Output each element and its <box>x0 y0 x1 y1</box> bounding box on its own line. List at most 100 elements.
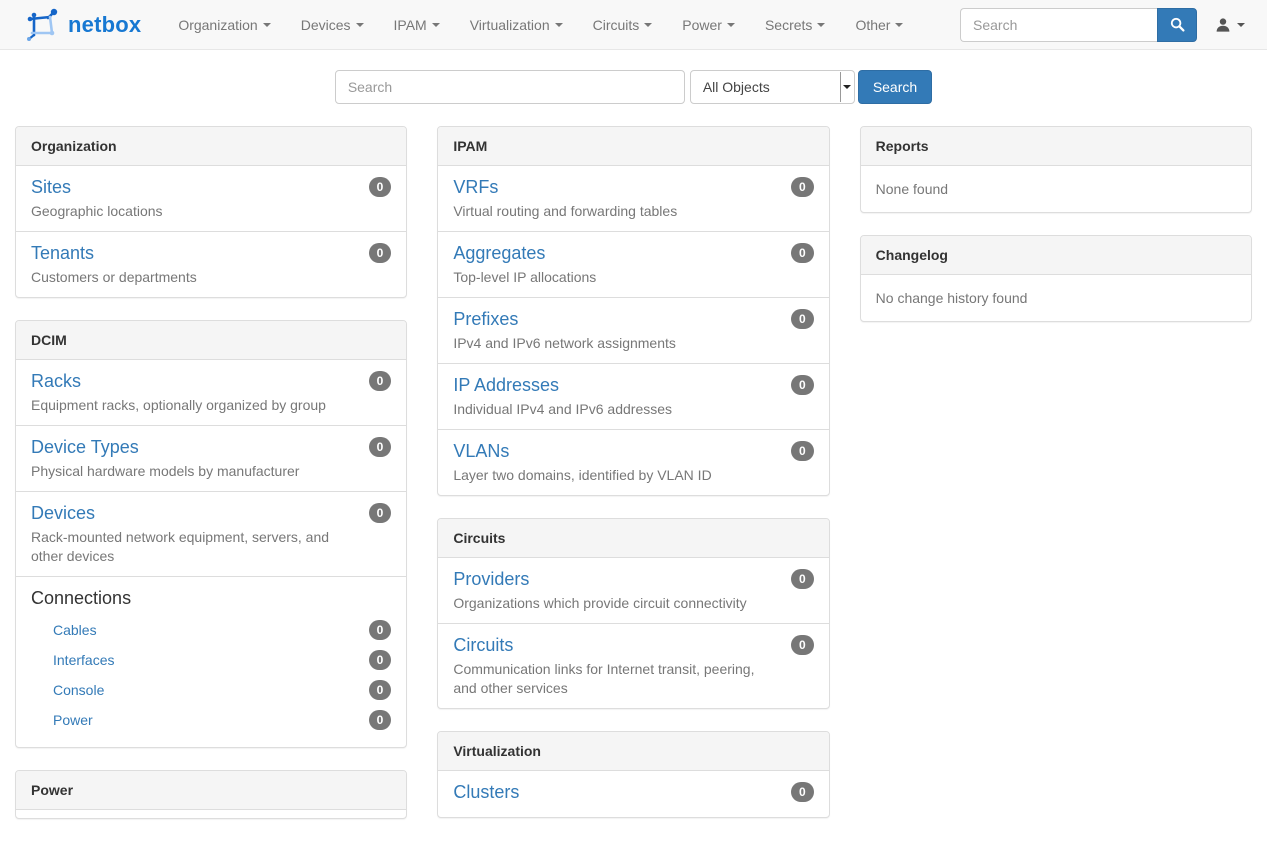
caret-down-icon <box>263 23 271 27</box>
vrfs-link[interactable]: VRFs <box>453 177 498 198</box>
caret-down-icon <box>555 23 563 27</box>
tenants-link[interactable]: Tenants <box>31 243 94 264</box>
cables-count-badge[interactable]: 0 <box>369 620 392 640</box>
menu-link-power[interactable]: Power <box>667 0 750 50</box>
clusters-count-badge[interactable]: 0 <box>791 782 814 802</box>
menu-label: Virtualization <box>470 17 550 33</box>
ip-addresses-count-badge[interactable]: 0 <box>791 375 814 395</box>
aggregates-link[interactable]: Aggregates <box>453 243 545 264</box>
power-count-badge[interactable]: 0 <box>369 710 392 730</box>
panel-virtualization: VirtualizationClusters0 <box>437 731 829 818</box>
netbox-brand[interactable]: netbox <box>25 8 141 42</box>
menu-label: IPAM <box>394 17 427 33</box>
menu-link-devices[interactable]: Devices <box>286 0 379 50</box>
item-description: Communication links for Internet transit… <box>453 660 813 698</box>
interfaces-count-badge[interactable]: 0 <box>369 650 392 670</box>
cables-link[interactable]: Cables <box>53 622 97 638</box>
providers-count-badge[interactable]: 0 <box>791 569 814 589</box>
clusters-link[interactable]: Clusters <box>453 782 519 803</box>
menu-link-virtualization[interactable]: Virtualization <box>455 0 578 50</box>
panel-power: Power <box>15 770 407 819</box>
item-description: IPv4 and IPv6 network assignments <box>453 334 813 353</box>
menu-item-devices: Devices <box>286 0 379 50</box>
aggregates-count-badge[interactable]: 0 <box>791 243 814 263</box>
devices-link[interactable]: Devices <box>31 503 95 524</box>
navbar-search-group <box>960 8 1197 42</box>
vlans-count-badge[interactable]: 0 <box>791 441 814 461</box>
list-item-vlans: VLANs 0 Layer two domains, identified by V… <box>438 429 828 495</box>
menu-label: Circuits <box>593 17 640 33</box>
caret-down-icon <box>727 23 735 27</box>
power-link[interactable]: Power <box>53 712 93 728</box>
dashboard-column-3: ReportsNone foundChangelogNo change hist… <box>860 126 1252 344</box>
menu-link-ipam[interactable]: IPAM <box>379 0 455 50</box>
search-icon <box>1170 17 1185 32</box>
ip-addresses-link[interactable]: IP Addresses <box>453 375 559 396</box>
panel-organization: OrganizationSites0Geographic locationsTe… <box>15 126 407 298</box>
menu-link-secrets[interactable]: Secrets <box>750 0 840 50</box>
item-description: Top-level IP allocations <box>453 268 813 287</box>
menu-link-other[interactable]: Other <box>840 0 918 50</box>
object-type-select[interactable]: All Objects <box>690 70 855 104</box>
tenants-count-badge[interactable]: 0 <box>369 243 392 263</box>
navbar-search-button[interactable] <box>1157 8 1197 42</box>
list-item-sites: Sites0Geographic locations <box>16 166 406 231</box>
providers-link[interactable]: Providers <box>453 569 529 590</box>
sub-item-power: Power 0 <box>31 705 391 735</box>
device-types-link[interactable]: Device Types <box>31 437 139 458</box>
quick-search-button[interactable]: Search <box>858 70 932 104</box>
circuits-link[interactable]: Circuits <box>453 635 513 656</box>
top-navbar: netbox Organization Devices IPAM Virtualiza… <box>0 0 1267 50</box>
list-item-vrfs: VRFs 0 Virtual routing and forwarding tabl… <box>438 166 828 231</box>
menu-item-circuits: Circuits <box>578 0 668 50</box>
sites-link[interactable]: Sites <box>31 177 71 198</box>
device-types-count-badge[interactable]: 0 <box>369 437 392 457</box>
racks-link[interactable]: Racks <box>31 371 81 392</box>
dashboard: OrganizationSites0Geographic locationsTe… <box>0 104 1267 841</box>
vrfs-count-badge[interactable]: 0 <box>791 177 814 197</box>
panel-title-ipam: IPAM <box>438 127 828 166</box>
panel-title-circuits: Circuits <box>438 519 828 558</box>
console-count-badge[interactable]: 0 <box>369 680 392 700</box>
caret-down-icon <box>895 23 903 27</box>
circuits-count-badge[interactable]: 0 <box>791 635 814 655</box>
main-menu: Organization Devices IPAM Virtualization Cir… <box>163 0 918 50</box>
panel-dcim: DCIMRacks0Equipment racks, optionally or… <box>15 320 407 748</box>
item-description: Physical hardware models by manufacturer <box>31 462 391 481</box>
navbar-search-input[interactable] <box>960 8 1157 42</box>
list-item-prefixes: Prefixes 0 IPv4 and IPv6 network assignmen… <box>438 297 828 363</box>
list-item-tenants: Tenants0Customers or departments <box>16 231 406 297</box>
sub-item-cables: Cables 0 <box>31 615 391 645</box>
menu-item-other: Other <box>840 0 918 50</box>
menu-link-organization[interactable]: Organization <box>163 0 285 50</box>
caret-down-icon <box>644 23 652 27</box>
menu-label: Secrets <box>765 17 812 33</box>
item-description: Layer two domains, identified by VLAN ID <box>453 466 813 485</box>
menu-item-virtualization: Virtualization <box>455 0 578 50</box>
panel-empty-text: None found <box>861 166 1251 212</box>
interfaces-link[interactable]: Interfaces <box>53 652 114 668</box>
quick-search-bar: All Objects Search <box>0 70 1267 104</box>
menu-label: Power <box>682 17 722 33</box>
item-description: Virtual routing and forwarding tables <box>453 202 813 221</box>
devices-count-badge[interactable]: 0 <box>369 503 392 523</box>
user-menu[interactable] <box>1197 17 1255 33</box>
console-link[interactable]: Console <box>53 682 104 698</box>
sites-count-badge[interactable]: 0 <box>369 177 392 197</box>
menu-item-organization: Organization <box>163 0 285 50</box>
racks-count-badge[interactable]: 0 <box>369 371 392 391</box>
prefixes-count-badge[interactable]: 0 <box>791 309 814 329</box>
menu-item-secrets: Secrets <box>750 0 840 50</box>
list-item-devices: Devices0Rack-mounted network equipment, … <box>16 491 406 576</box>
vlans-link[interactable]: VLANs <box>453 441 509 462</box>
panel-reports: ReportsNone found <box>860 126 1252 213</box>
netbox-logo-icon <box>25 8 59 42</box>
prefixes-link[interactable]: Prefixes <box>453 309 518 330</box>
quick-search-input[interactable] <box>335 70 685 104</box>
item-description: Individual IPv4 and IPv6 addresses <box>453 400 813 419</box>
caret-down-icon <box>1237 23 1245 27</box>
caret-down-icon <box>817 23 825 27</box>
menu-item-power: Power <box>667 0 750 50</box>
menu-link-circuits[interactable]: Circuits <box>578 0 668 50</box>
menu-label: Devices <box>301 17 351 33</box>
